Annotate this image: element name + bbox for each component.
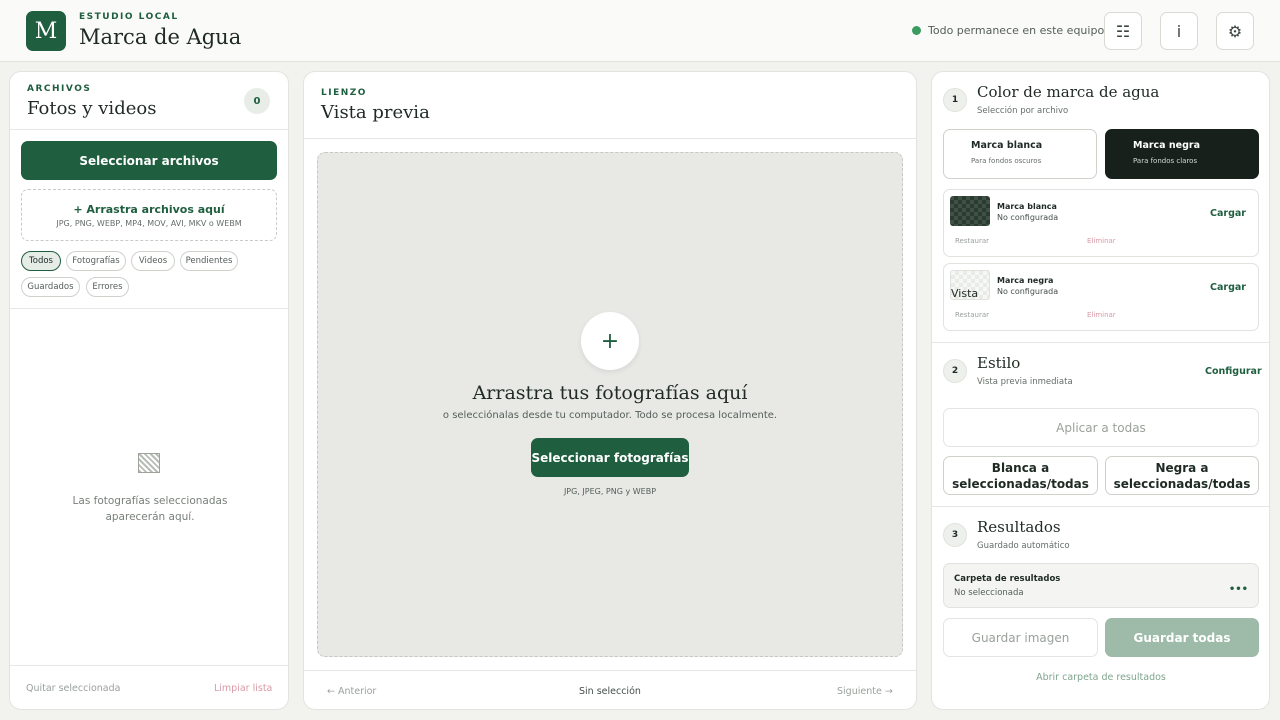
black-mark-thumbnail: Vista bbox=[950, 270, 990, 300]
divider bbox=[10, 308, 288, 309]
filter-chip-pending[interactable]: Pendientes bbox=[180, 251, 238, 271]
delete-white-mark-button[interactable]: Eliminar bbox=[1087, 237, 1116, 245]
filter-chip-saved[interactable]: Guardados bbox=[21, 277, 80, 297]
output-folder-field[interactable]: Carpeta de resultados No seleccionada ••… bbox=[943, 563, 1259, 608]
output-folder-label: Carpeta de resultados bbox=[954, 574, 1061, 584]
save-image-button[interactable]: Guardar imagen bbox=[943, 618, 1098, 657]
file-count-badge: 0 bbox=[244, 88, 270, 114]
canvas-formats: JPG, JPEG, PNG y WEBP bbox=[563, 487, 657, 496]
white-mark-thumbnail bbox=[950, 196, 990, 226]
settings-button[interactable]: ⚙ bbox=[1216, 12, 1254, 50]
divider bbox=[10, 665, 288, 666]
app-header: M ESTUDIO LOCAL Marca de Agua Todo perma… bbox=[0, 0, 1280, 62]
white-mark-option[interactable]: Marca blanca Para fondos oscuros bbox=[943, 129, 1097, 179]
list-icon: ☷ bbox=[1115, 21, 1131, 41]
empty-list-message: Las fotografías seleccionadas aparecerán… bbox=[72, 495, 228, 523]
white-mark-card-status: No configurada bbox=[997, 213, 1059, 222]
canvas-eyebrow: LIENZO bbox=[321, 88, 367, 98]
canvas-drop-title: Arrastra tus fotografías aquí bbox=[472, 382, 748, 404]
load-white-mark-button[interactable]: Cargar bbox=[1210, 208, 1246, 219]
divider bbox=[932, 506, 1269, 507]
status-dot-icon bbox=[912, 26, 921, 35]
files-eyebrow: ARCHIVOS bbox=[27, 84, 92, 94]
info-icon: i bbox=[1176, 21, 1182, 41]
next-button[interactable]: Siguiente → bbox=[837, 686, 893, 697]
black-mark-option[interactable]: Marca negra Para fondos claros bbox=[1105, 129, 1259, 179]
white-mark-card-title: Marca blanca bbox=[997, 202, 1057, 211]
black-mark-card: Vista Marca negra No configurada Cargar … bbox=[943, 263, 1259, 331]
dropzone-formats: JPG, PNG, WEBP, MP4, MOV, AVI, MKV o WEB… bbox=[56, 219, 242, 228]
app-title: Marca de Agua bbox=[79, 25, 242, 49]
restore-black-mark-button[interactable]: Restaurar bbox=[955, 311, 989, 319]
white-to-selected-button[interactable]: Blanca a seleccionadas/todas bbox=[943, 456, 1098, 495]
files-title: Fotos y videos bbox=[27, 98, 157, 119]
filter-chip-all[interactable]: Todos bbox=[21, 251, 61, 271]
file-dropzone[interactable]: + Arrastra archivos aquí JPG, PNG, WEBP,… bbox=[21, 189, 277, 241]
more-options-icon[interactable]: ••• bbox=[1229, 584, 1248, 595]
color-section-title: Color de marca de agua bbox=[977, 83, 1160, 101]
canvas-dropzone[interactable] bbox=[317, 152, 903, 657]
white-mark-card: Marca blanca No configurada Cargar Resta… bbox=[943, 189, 1259, 257]
status-text: Todo permanece en este equipo bbox=[928, 24, 1105, 37]
divider bbox=[932, 342, 1269, 343]
remove-selected-link[interactable]: Quitar seleccionada bbox=[26, 683, 120, 694]
previous-button[interactable]: ← Anterior bbox=[327, 686, 376, 697]
app-subtitle: ESTUDIO LOCAL bbox=[79, 12, 179, 22]
step-badge-3: 3 bbox=[943, 523, 967, 547]
color-section-subtitle: Selección por archivo bbox=[977, 106, 1069, 116]
load-black-mark-button[interactable]: Cargar bbox=[1210, 282, 1246, 293]
apply-all-button[interactable]: Aplicar a todas bbox=[943, 408, 1259, 447]
results-section-subtitle: Guardado automático bbox=[977, 541, 1070, 551]
gear-icon: ⚙ bbox=[1227, 21, 1243, 41]
step-badge-1: 1 bbox=[943, 88, 967, 112]
select-files-button[interactable]: Seleccionar archivos bbox=[21, 141, 277, 180]
step-badge-2: 2 bbox=[943, 359, 967, 383]
black-mark-card-title: Marca negra bbox=[997, 276, 1054, 285]
divider bbox=[304, 138, 916, 139]
black-to-selected-button[interactable]: Negra a seleccionadas/todas bbox=[1105, 456, 1259, 495]
filter-chip-errors[interactable]: Errores bbox=[86, 277, 129, 297]
delete-black-mark-button[interactable]: Eliminar bbox=[1087, 311, 1116, 319]
divider bbox=[304, 670, 916, 671]
open-results-folder-link[interactable]: Abrir carpeta de resultados bbox=[943, 672, 1259, 683]
filter-chip-videos[interactable]: Videos bbox=[131, 251, 175, 271]
select-photos-button[interactable]: Seleccionar fotografías bbox=[531, 438, 689, 477]
configure-style-button[interactable]: Configurar bbox=[1205, 366, 1262, 377]
save-all-button[interactable]: Guardar todas bbox=[1105, 618, 1259, 657]
black-mark-card-status: No configurada bbox=[997, 287, 1059, 296]
style-section-title: Estilo bbox=[977, 354, 1021, 372]
dropzone-title: + Arrastra archivos aquí bbox=[73, 203, 225, 216]
results-section-title: Resultados bbox=[977, 518, 1061, 536]
divider bbox=[10, 129, 288, 130]
output-folder-value: No seleccionada bbox=[954, 588, 1024, 598]
canvas-title: Vista previa bbox=[321, 102, 430, 123]
restore-white-mark-button[interactable]: Restaurar bbox=[955, 237, 989, 245]
add-icon[interactable]: + bbox=[581, 312, 639, 370]
style-section-subtitle: Vista previa inmediata bbox=[977, 377, 1073, 387]
canvas-drop-subtitle: o selecciónalas desde tu computador. Tod… bbox=[442, 410, 778, 421]
image-placeholder-icon bbox=[138, 453, 160, 473]
info-button[interactable]: i bbox=[1160, 12, 1198, 50]
filter-chip-photos[interactable]: Fotografías bbox=[66, 251, 126, 271]
local-status: Todo permanece en este equipo bbox=[912, 24, 1104, 37]
clear-list-link[interactable]: Limpiar lista bbox=[214, 683, 272, 694]
app-logo: M bbox=[26, 11, 66, 51]
selection-status: Sin selección bbox=[579, 686, 641, 697]
list-view-button[interactable]: ☷ bbox=[1104, 12, 1142, 50]
